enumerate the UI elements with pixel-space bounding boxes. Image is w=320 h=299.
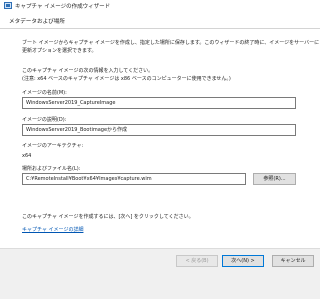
architecture-label: イメージのアーキテクチャ: [22,143,84,149]
location-input[interactable]: C:¥RemoteInstall¥Boot¥x64¥Images¥capture… [22,173,246,185]
step-title: メタデータおよび場所 [9,19,65,25]
wizard-app-icon [4,2,12,9]
title-bar: キャプチャ イメージの作成ウィザード [0,0,320,12]
wizard-footer: < 戻る(B) 次へ(N) > キャンセル [0,248,320,299]
intro-text-line-2: 更新オプションを選択できます。 [22,48,97,54]
step-header: メタデータおよび場所 [0,12,320,29]
image-name-input[interactable]: WindowsServer2019_CaptureImage [22,97,296,109]
info-text-line-1: このキャプチャ イメージの次の情報を入力してください。 [22,68,154,74]
back-button[interactable]: < 戻る(B) [176,255,218,267]
image-name-label: イメージの名前(M): [22,90,67,96]
next-button[interactable]: 次へ(N) > [222,255,264,267]
cancel-button[interactable]: キャンセル [272,255,314,267]
capture-image-details-link[interactable]: キャプチャ イメージの詳細 [22,226,83,233]
architecture-value: x64 [22,153,32,159]
location-label: 場所およびファイル名(L): [22,166,81,172]
next-instruction-text: このキャプチャ イメージを作成するには、[次へ] をクリックしてください。 [22,214,194,220]
window-title: キャプチャ イメージの作成ウィザード [15,4,111,10]
browse-button[interactable]: 参照(R)... [253,173,296,185]
intro-text-line-1: ブート イメージからキャプチャ イメージを作成し、指定した場所に保存します。この… [22,40,320,46]
image-description-input[interactable]: WindowsServer2019_Bootimageから作成 [22,124,296,136]
wizard-content: ブート イメージからキャプチャ イメージを作成し、指定した場所に保存します。この… [0,30,320,248]
info-text-line-2: (注意: x64 ベースのキャプチャ イメージは x86 ベースのコンピューター… [22,76,231,82]
image-description-label: イメージの説明(D): [22,117,67,123]
